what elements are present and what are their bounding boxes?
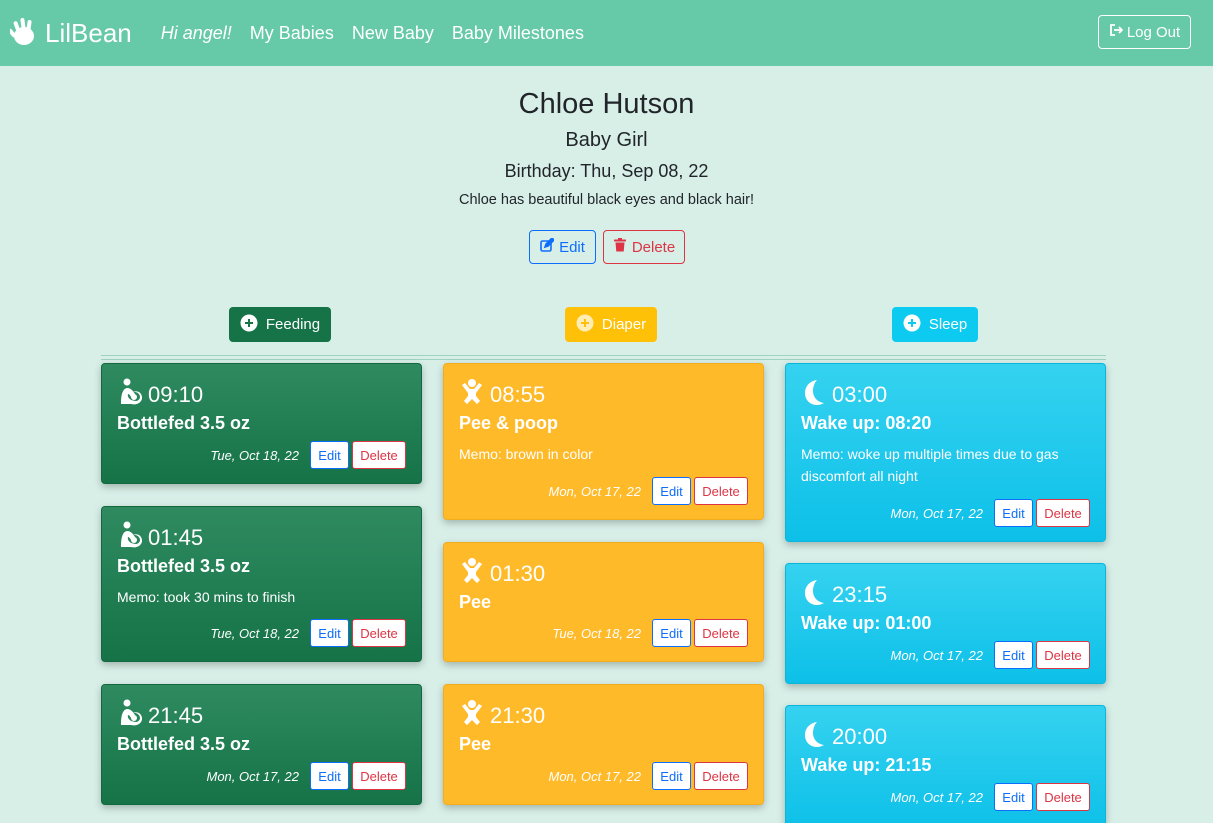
baby-gender: Baby Girl <box>565 129 648 151</box>
feeding-card: 01:45 Bottlefed 3.5 oz Memo: took 30 min… <box>101 506 422 662</box>
card-title: Wake up: 21:15 <box>801 755 932 775</box>
card-date: Tue, Oct 18, 22 <box>210 447 299 463</box>
greeting: Hi angel! <box>160 22 232 43</box>
add-feeding-button[interactable]: Feeding <box>229 307 331 342</box>
sleep-card: 20:00 Wake up: 21:15 Mon, Oct 17, 22 Edi… <box>785 705 1106 823</box>
delete-sleep-button[interactable]: Delete <box>1036 783 1090 811</box>
nav-my-babies[interactable]: My Babies <box>250 23 334 44</box>
card-title: Bottlefed 3.5 oz <box>117 556 251 576</box>
delete-baby-label: Delete <box>631 238 676 256</box>
card-time: 03:00 <box>832 382 888 407</box>
delete-sleep-button[interactable]: Delete <box>1036 641 1090 669</box>
card-date: Mon, Oct 17, 22 <box>548 768 642 784</box>
baby-birthday: Birthday: Thu, Sep 08, 22 <box>504 161 709 181</box>
baby-icon <box>459 699 490 733</box>
card-time: 09:10 <box>148 382 204 407</box>
plus-circle-icon <box>903 314 929 336</box>
card-date: Mon, Oct 17, 22 <box>548 483 642 499</box>
edit-feeding-button[interactable]: Edit <box>310 619 349 647</box>
diaper-card: 21:30 Pee Mon, Oct 17, 22 Edit Delete <box>443 684 764 805</box>
card-memo: Memo: woke up multiple times due to gas … <box>801 446 1059 484</box>
card-time: 01:45 <box>148 525 204 550</box>
logout-button[interactable]: Log Out <box>1098 15 1191 49</box>
card-time: 21:30 <box>490 703 546 728</box>
logout-label: Log Out <box>1126 23 1181 41</box>
edit-diaper-button[interactable]: Edit <box>652 762 691 790</box>
delete-baby-button[interactable]: Delete <box>603 230 685 264</box>
moon-icon <box>801 578 832 612</box>
delete-diaper-button[interactable]: Delete <box>694 762 748 790</box>
card-date: Mon, Oct 17, 22 <box>890 789 984 805</box>
brand-name: LilBean <box>45 17 132 48</box>
edit-feeding-button[interactable]: Edit <box>310 441 349 469</box>
baby-name: Chloe Hutson <box>518 88 695 120</box>
card-time: 20:00 <box>832 724 888 749</box>
edit-sleep-button[interactable]: Edit <box>994 783 1033 811</box>
delete-diaper-button[interactable]: Delete <box>694 619 748 647</box>
card-date: Mon, Oct 17, 22 <box>890 505 984 521</box>
sleep-card: 23:15 Wake up: 01:00 Mon, Oct 17, 22 Edi… <box>785 563 1106 684</box>
diaper-card: 08:55 Pee & poop Memo: brown in color Mo… <box>443 363 764 520</box>
delete-feeding-button[interactable]: Delete <box>352 619 406 647</box>
add-diaper-button[interactable]: Diaper <box>565 307 657 342</box>
card-date: Tue, Oct 18, 22 <box>210 625 299 641</box>
delete-diaper-button[interactable]: Delete <box>694 477 748 505</box>
feeding-card: 21:45 Bottlefed 3.5 oz Mon, Oct 17, 22 E… <box>101 684 422 805</box>
baby-icon <box>459 557 490 591</box>
card-time: 01:30 <box>490 561 546 586</box>
card-time: 23:15 <box>832 582 888 607</box>
add-sleep-button[interactable]: Sleep <box>892 307 978 342</box>
moon-icon <box>801 720 832 754</box>
card-date: Mon, Oct 17, 22 <box>890 647 984 663</box>
card-title: Wake up: 08:20 <box>801 413 932 433</box>
person-breastfeeding-icon <box>117 378 148 412</box>
plus-circle-icon <box>240 314 266 336</box>
moon-icon <box>801 378 832 412</box>
nav-new-baby[interactable]: New Baby <box>352 23 434 44</box>
edit-sleep-button[interactable]: Edit <box>994 641 1033 669</box>
edit-baby-label: Edit <box>559 238 585 256</box>
diaper-card: 01:30 Pee Tue, Oct 18, 22 Edit Delete <box>443 542 764 662</box>
pen-to-square-icon <box>540 236 559 256</box>
add-diaper-label: Diaper <box>601 316 647 333</box>
sleep-card: 03:00 Wake up: 08:20 Memo: woke up multi… <box>785 363 1106 542</box>
edit-feeding-button[interactable]: Edit <box>310 762 349 790</box>
add-feeding-label: Feeding <box>265 316 321 333</box>
edit-baby-button[interactable]: Edit <box>529 230 596 264</box>
card-memo: Memo: brown in color <box>459 446 593 462</box>
baby-description: Chloe has beautiful black eyes and black… <box>458 192 754 208</box>
brand[interactable]: LilBean <box>8 16 132 51</box>
delete-sleep-button[interactable]: Delete <box>1036 499 1090 527</box>
waving-hand-icon <box>8 16 36 51</box>
delete-feeding-button[interactable]: Delete <box>352 762 406 790</box>
card-title: Pee <box>459 734 492 754</box>
plus-circle-icon <box>576 314 602 336</box>
card-time: 08:55 <box>490 382 546 407</box>
card-title: Bottlefed 3.5 oz <box>117 413 251 433</box>
card-date: Mon, Oct 17, 22 <box>206 768 300 784</box>
card-title: Bottlefed 3.5 oz <box>117 734 251 754</box>
card-title: Wake up: 01:00 <box>801 613 932 633</box>
feeding-card: 09:10 Bottlefed 3.5 oz Tue, Oct 18, 22 E… <box>101 363 422 484</box>
person-breastfeeding-icon <box>117 521 148 555</box>
card-time: 21:45 <box>148 703 204 728</box>
card-title: Pee <box>459 592 492 612</box>
card-date: Tue, Oct 18, 22 <box>552 625 641 641</box>
edit-sleep-button[interactable]: Edit <box>994 499 1033 527</box>
edit-diaper-button[interactable]: Edit <box>652 477 691 505</box>
baby-icon <box>459 378 490 412</box>
person-breastfeeding-icon <box>117 699 148 733</box>
sign-out-icon <box>1109 23 1127 41</box>
edit-diaper-button[interactable]: Edit <box>652 619 691 647</box>
navbar: LilBean Hi angel! My Babies New Baby Bab… <box>0 0 1213 66</box>
add-sleep-label: Sleep <box>928 316 968 333</box>
delete-feeding-button[interactable]: Delete <box>352 441 406 469</box>
card-title: Pee & poop <box>459 413 559 433</box>
trash-icon <box>613 238 632 256</box>
nav-baby-milestones[interactable]: Baby Milestones <box>452 23 584 44</box>
card-memo: Memo: took 30 mins to finish <box>117 589 296 605</box>
divider <box>101 355 1106 360</box>
